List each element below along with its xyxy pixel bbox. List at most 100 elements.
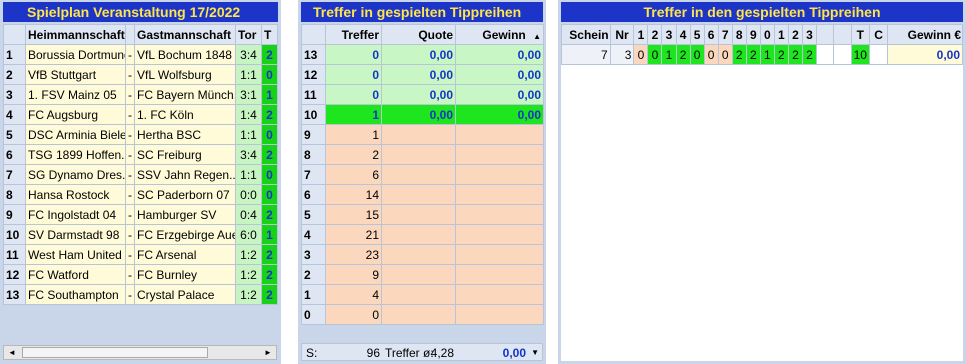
sort-up-icon[interactable]: ▲ (533, 32, 541, 41)
header-score[interactable]: Tor (235, 24, 262, 45)
home-team[interactable]: Hansa Rostock (25, 184, 126, 205)
score[interactable]: 1:1 (235, 64, 262, 85)
home-team[interactable]: FC Watford (25, 264, 126, 285)
home-team[interactable]: Borussia Dortmund (25, 44, 126, 65)
tendency[interactable]: 2 (261, 44, 278, 65)
tendency[interactable]: 2 (261, 144, 278, 165)
away-team[interactable]: SSV Jahn Regen... (134, 164, 236, 185)
away-team[interactable]: VfL Wolfsburg (134, 64, 236, 85)
score[interactable]: 3:4 (235, 44, 262, 65)
tipp-header-5[interactable]: 4 (675, 24, 691, 45)
tendency[interactable]: 2 (261, 204, 278, 225)
tipp-header-7[interactable]: 6 (703, 24, 719, 45)
score[interactable]: 1:1 (235, 164, 262, 185)
tipp-header-12[interactable]: 1 (773, 24, 789, 45)
table-row[interactable]: 4 FC Augsburg -1. FC Köln 1:4 2 (3, 104, 278, 125)
away-team[interactable]: FC Bayern Münch... (134, 84, 236, 105)
tendency[interactable]: 1 (261, 224, 278, 245)
home-team[interactable]: West Ham United (25, 244, 126, 265)
table-row[interactable]: 5DSC Arminia Biele...-Hertha BSC1:10 (3, 124, 278, 145)
score[interactable]: 1:2 (235, 284, 262, 305)
home-team[interactable]: SV Darmstadt 98 (25, 224, 126, 245)
treffer-row[interactable]: 4 21 (301, 224, 544, 245)
away-team[interactable]: FC Burnley (134, 264, 236, 285)
scroll-left-icon[interactable]: ◄ (5, 346, 19, 359)
away-team[interactable]: VfL Bochum 1848 (134, 44, 236, 65)
tipp-header-17[interactable]: T (850, 24, 870, 45)
tipp-header-14[interactable]: 3 (801, 24, 818, 45)
header-away[interactable]: Gastmannschaft (134, 24, 236, 45)
home-team[interactable]: TSG 1899 Hoffen... (25, 144, 126, 165)
dropdown-icon[interactable]: ▼ (531, 344, 539, 362)
table-row[interactable]: 6 TSG 1899 Hoffen... - SC Freiburg 3:4 2 (3, 144, 278, 165)
score[interactable]: 1:2 (235, 264, 262, 285)
tipp-header-6[interactable]: 5 (689, 24, 705, 45)
table-row[interactable]: 8 Hansa Rostock - SC Paderborn 07 0:0 0 (3, 184, 278, 205)
treffer-row[interactable]: 29 (301, 264, 544, 285)
home-team[interactable]: 1. FSV Mainz 05 (25, 84, 126, 105)
tipp-cell[interactable]: 2 (773, 44, 789, 65)
score[interactable]: 0:0 (235, 184, 262, 205)
tipp-cell[interactable]: 1 (759, 44, 775, 65)
tipp-header-1[interactable]: Nr (609, 24, 635, 45)
tendency[interactable]: 0 (261, 124, 278, 145)
tipp-header-2[interactable]: 1 (633, 24, 649, 45)
score[interactable]: 3:4 (235, 144, 262, 165)
tipp-cell[interactable]: 2 (731, 44, 747, 65)
tendency[interactable]: 0 (261, 64, 278, 85)
home-team[interactable]: VfB Stuttgart (25, 64, 126, 85)
table-row[interactable]: 13 FC Southampton - Crystal Palace 1:2 2 (3, 284, 278, 305)
table-row[interactable]: 10 SV Darmstadt 98- FC Erzgebirge Aue 6:0 1 (3, 224, 278, 245)
treffer-row[interactable]: 76 (301, 164, 544, 185)
header-treffer[interactable]: Treffer (325, 24, 382, 45)
table-row[interactable]: 11 West Ham United - FC Arsenal 1:2 2 (3, 244, 278, 265)
tipp-cell[interactable]: 0 (633, 44, 649, 65)
away-team[interactable]: Crystal Palace (134, 284, 236, 305)
tippreihen-row[interactable]: 7 3 0 0 1 2 0 0 0 2 2 1 2 2 2 10 0,00 (561, 44, 963, 65)
score[interactable]: 0:4 (235, 204, 262, 225)
home-team[interactable]: DSC Arminia Biele... (25, 124, 126, 145)
score[interactable]: 1:1 (235, 124, 262, 145)
tipp-cell[interactable]: 0 (689, 44, 705, 65)
treffer-row[interactable]: 13 0 0,00 0,00 (301, 44, 544, 65)
tipp-header-3[interactable]: 2 (647, 24, 663, 45)
tipp-header-11[interactable]: 0 (759, 24, 775, 45)
treffer-row[interactable]: 14 (301, 284, 544, 305)
tipp-header-4[interactable]: 3 (661, 24, 677, 45)
tipp-cell[interactable]: 2 (787, 44, 803, 65)
tipp-header-15[interactable] (815, 24, 835, 45)
home-team[interactable]: FC Southampton (25, 284, 126, 305)
table-row[interactable]: 12 FC Watford - FC Burnley 1:2 2 (3, 264, 278, 285)
away-team[interactable]: Hamburger SV (134, 204, 236, 225)
tendency[interactable]: 2 (261, 244, 278, 265)
score[interactable]: 1:2 (235, 244, 262, 265)
treffer-row[interactable]: 10 1 0,00 0,00 (301, 104, 544, 125)
treffer-row[interactable]: 3 23 (301, 244, 544, 265)
score[interactable]: 6:0 (235, 224, 262, 245)
scrollbar-thumb[interactable] (22, 347, 208, 358)
tipp-header-10[interactable]: 9 (745, 24, 761, 45)
tipp-cell[interactable]: 2 (801, 44, 818, 65)
table-row[interactable]: 9 FC Ingolstadt 04- Hamburger SV 0:4 2 (3, 204, 278, 225)
header-gewinn[interactable]: Gewinn ▲ (455, 24, 544, 45)
tipp-header-16[interactable] (833, 24, 852, 45)
treffer-row[interactable]: 11 0 0,00 0,00 (301, 84, 544, 105)
tipp-cell[interactable]: 2 (745, 44, 761, 65)
tendency[interactable]: 0 (261, 184, 278, 205)
tipp-header-0[interactable]: Schein (561, 24, 611, 45)
header-quote[interactable]: Quote (381, 24, 456, 45)
treffer-row[interactable]: 82 (301, 144, 544, 165)
tipp-header-19[interactable]: Gewinn € (887, 24, 963, 45)
table-row[interactable]: 1 Borussia Dortmund - VfL Bochum 1848 3:4 2 (3, 44, 278, 65)
tendency[interactable]: 2 (261, 104, 278, 125)
tendency[interactable]: 0 (261, 164, 278, 185)
away-team[interactable]: SC Freiburg (134, 144, 236, 165)
treffer-row[interactable]: 12 0 0,00 0,00 (301, 64, 544, 85)
header-tendency[interactable]: T (261, 24, 278, 45)
tipp-cell[interactable]: 0 (717, 44, 733, 65)
treffer-row[interactable]: 91 (301, 124, 544, 145)
horizontal-scrollbar[interactable]: ◄ ► (3, 345, 277, 360)
tendency[interactable]: 1 (261, 84, 278, 105)
table-row[interactable]: 2 VfB Stuttgart - VfL Wolfsburg 1:1 0 (3, 64, 278, 85)
tipp-header-9[interactable]: 8 (731, 24, 747, 45)
